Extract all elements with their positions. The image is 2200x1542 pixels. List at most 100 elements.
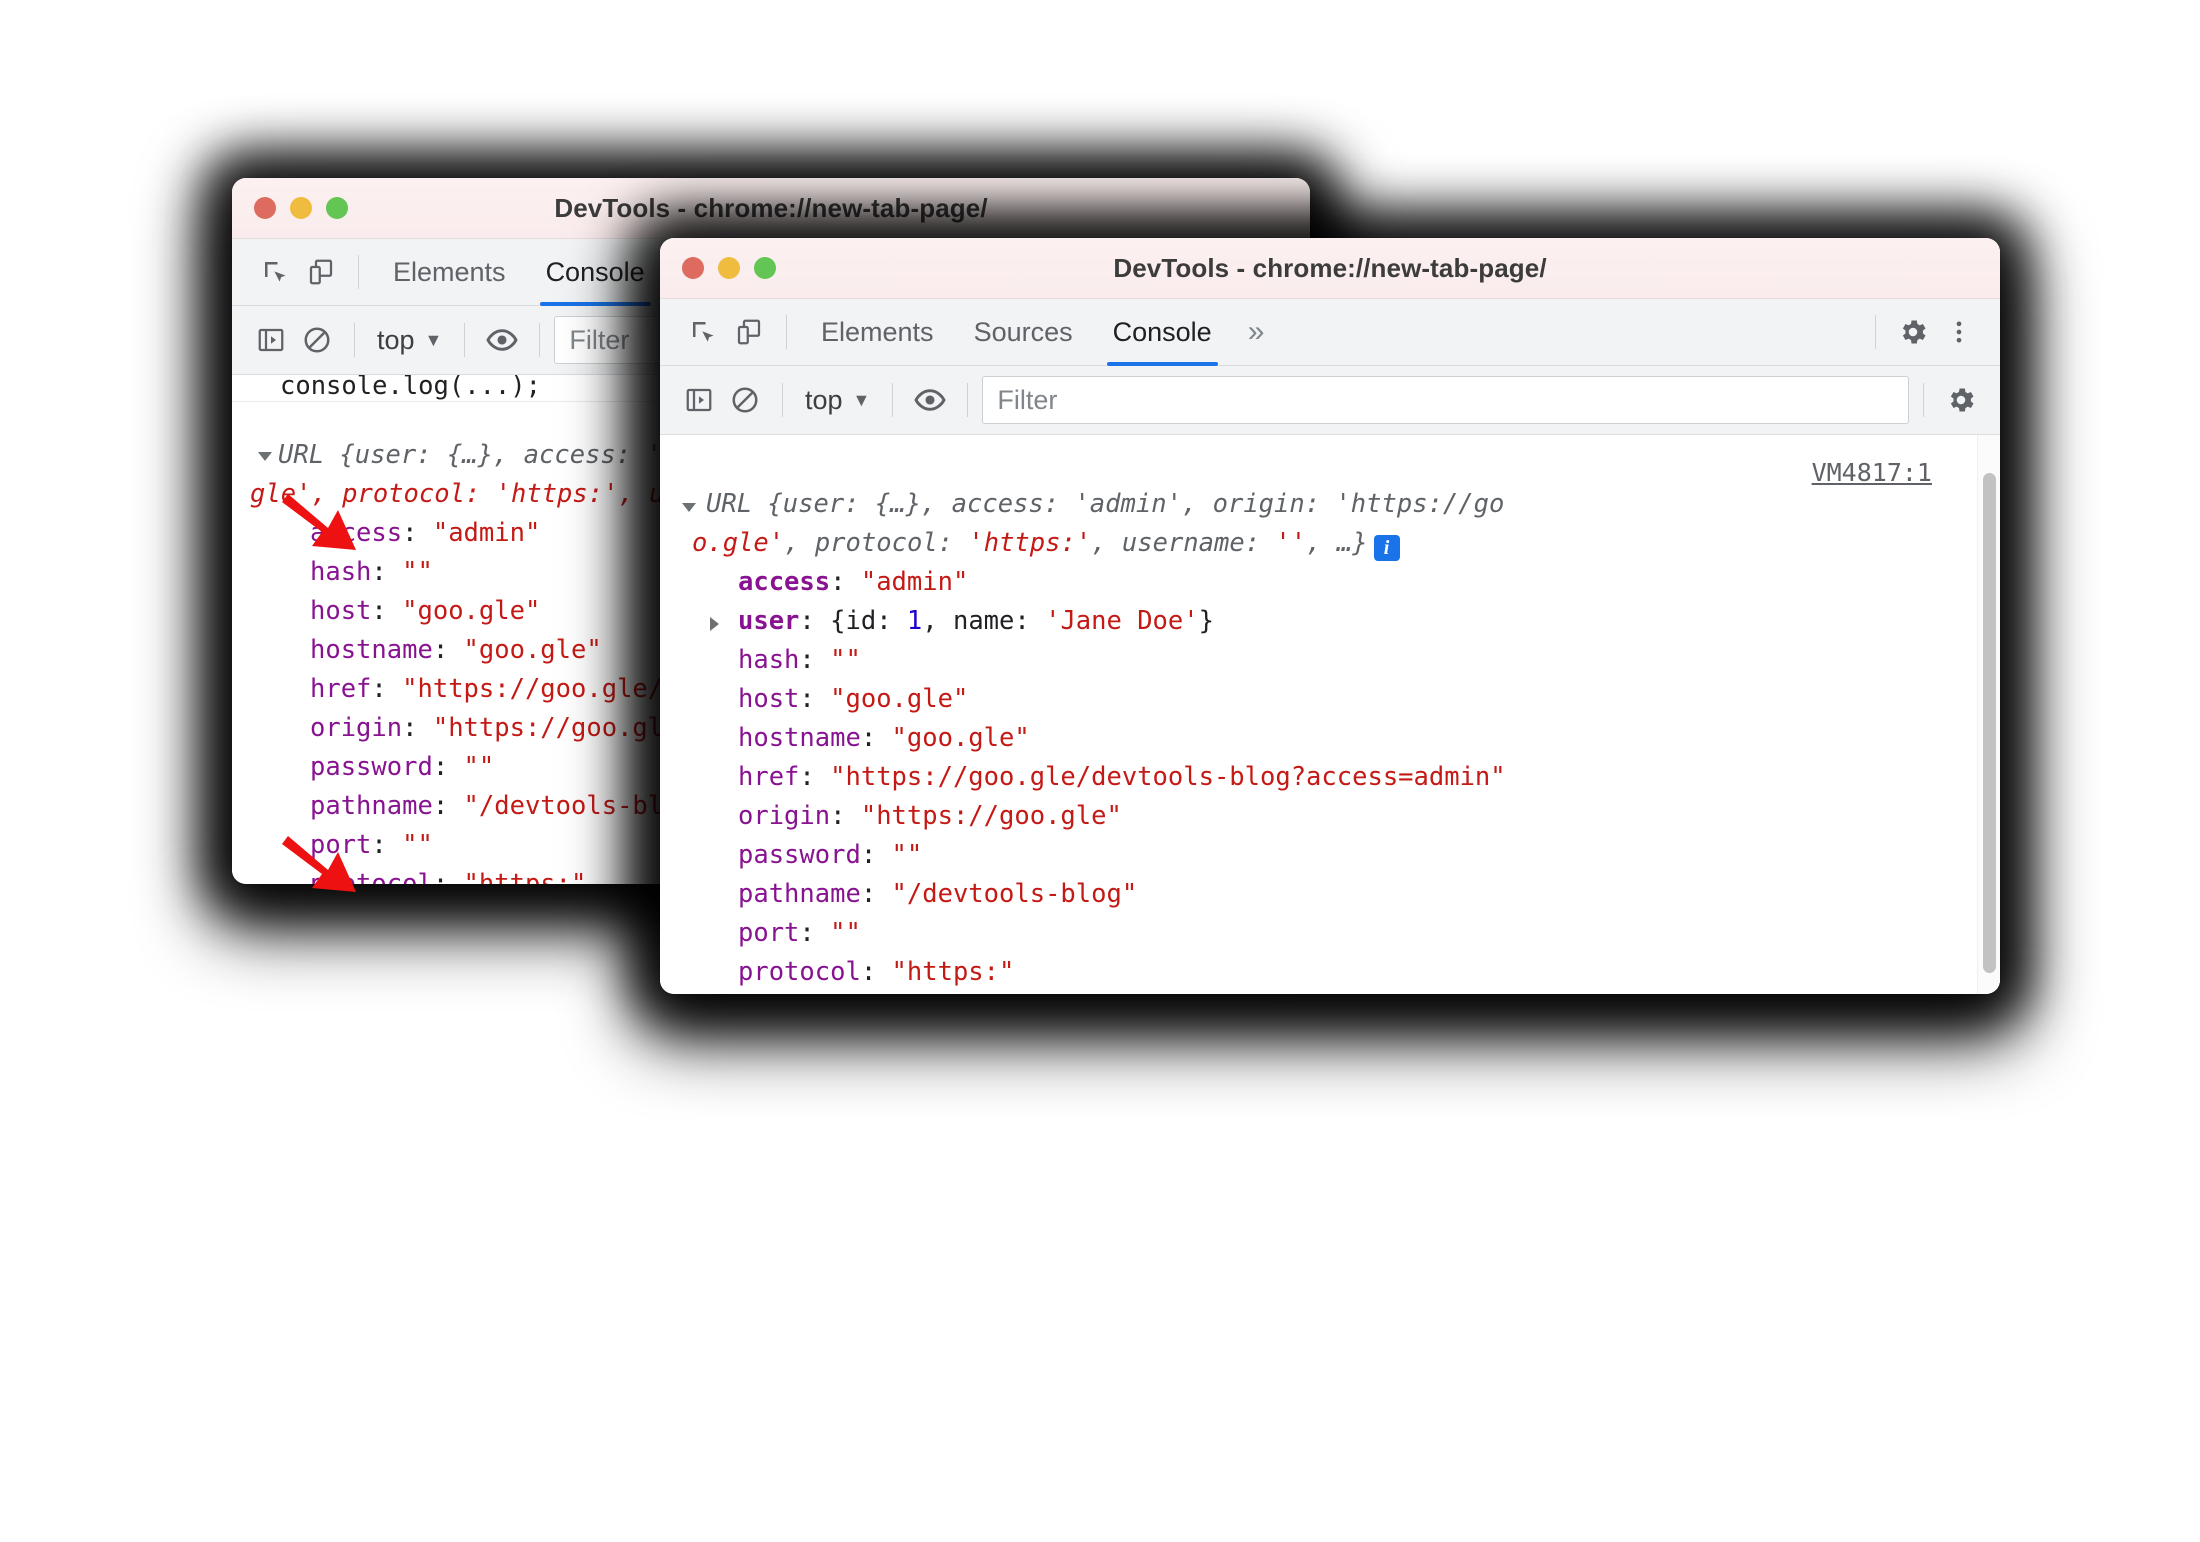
- inspect-element-icon[interactable]: [252, 249, 298, 295]
- toolbar-divider: [358, 255, 359, 289]
- property-value: {id: 1, name: 'Jane Doe'}: [830, 606, 1214, 636]
- property-key: href: [310, 674, 372, 704]
- maximize-button-icon[interactable]: [754, 257, 776, 279]
- devtools-main-toolbar-after[interactable]: Elements Sources Console »: [660, 299, 2000, 366]
- execution-context-label: top: [377, 324, 415, 355]
- property-separator: :: [860, 879, 892, 909]
- property-value: "/devtools-blog": [891, 879, 1138, 909]
- property-key: hostname: [738, 723, 861, 753]
- maximize-button-icon[interactable]: [326, 197, 348, 219]
- object-property-row[interactable]: user: {id: 1, name: 'Jane Doe'}: [660, 602, 2000, 641]
- summary-ellipsis: , …}: [1306, 528, 1368, 558]
- object-summary-line-1-text: URL {user: {…}, access: 'admin', origin:…: [706, 489, 1505, 519]
- scrollbar-thumb[interactable]: [1983, 473, 1996, 973]
- property-separator: :: [830, 801, 861, 831]
- property-value: "goo.gle": [463, 635, 602, 665]
- object-properties-after[interactable]: access: "admin" user: {id: 1, name: 'Jane…: [660, 563, 2000, 994]
- gear-icon[interactable]: [1890, 309, 1936, 355]
- tab-console[interactable]: Console: [1093, 299, 1232, 366]
- window-controls-after[interactable]: [682, 257, 776, 279]
- object-property-row[interactable]: protocol: "https:": [660, 953, 2000, 992]
- property-value: "admin": [432, 518, 541, 548]
- property-key: host: [310, 596, 372, 626]
- console-sidebar-icon[interactable]: [248, 317, 294, 363]
- expand-triangle-icon[interactable]: [710, 617, 719, 631]
- object-property-row[interactable]: origin: "https://goo.gle": [660, 797, 2000, 836]
- object-property-row[interactable]: port: "": [660, 914, 2000, 953]
- device-toolbar-icon[interactable]: [298, 249, 344, 295]
- window-controls-before[interactable]: [254, 197, 348, 219]
- red-arrow-access-annotation: [282, 494, 356, 550]
- property-separator: :: [799, 606, 831, 636]
- close-button-icon[interactable]: [682, 257, 704, 279]
- tab-elements[interactable]: Elements: [801, 299, 954, 365]
- property-value: "": [402, 830, 433, 860]
- property-key: protocol: [738, 957, 861, 987]
- execution-context-selector[interactable]: top ▼: [369, 325, 450, 356]
- object-summary-after[interactable]: URL {user: {…}, access: 'admin', origin:…: [660, 449, 2000, 563]
- property-separator: :: [402, 518, 433, 548]
- object-property-row[interactable]: search: "?access=admin": [660, 992, 2000, 994]
- tab-label: Console: [545, 256, 645, 287]
- console-settings-gear-icon[interactable]: [1938, 377, 1984, 423]
- console-toolbar-divider-3: [967, 383, 969, 417]
- devtools-window-after[interactable]: DevTools - chrome://new-tab-page/ Elemen…: [660, 238, 2000, 994]
- property-separator: :: [799, 762, 831, 792]
- property-key: hostname: [310, 635, 433, 665]
- inspect-element-icon[interactable]: [680, 309, 726, 355]
- minimize-button-icon[interactable]: [290, 197, 312, 219]
- property-value: "": [891, 840, 923, 870]
- close-button-icon[interactable]: [254, 197, 276, 219]
- info-badge-icon[interactable]: i: [1373, 535, 1400, 561]
- console-toolbar-after[interactable]: top ▼ Filter: [660, 366, 2000, 435]
- object-property-row[interactable]: hash: "": [660, 641, 2000, 680]
- console-toolbar-divider-2: [892, 383, 894, 417]
- object-property-row[interactable]: hostname: "goo.gle": [660, 719, 2000, 758]
- object-property-row[interactable]: access: "admin": [660, 563, 2000, 602]
- property-separator: :: [402, 713, 433, 743]
- object-summary-line-1: URL {user: {…}, access: 'admin', origin:…: [706, 485, 2000, 524]
- clear-console-icon[interactable]: [722, 377, 768, 423]
- toolbar-divider-right: [1875, 315, 1876, 349]
- clipped-command-text: console.log(...);: [280, 375, 541, 401]
- live-expression-eye-icon[interactable]: [907, 377, 953, 423]
- more-tabs-icon[interactable]: »: [1232, 315, 1281, 349]
- object-property-row[interactable]: href: "https://goo.gle/devtools-blog?acc…: [660, 758, 2000, 797]
- property-key: origin: [310, 713, 403, 743]
- titlebar-before[interactable]: DevTools - chrome://new-tab-page/: [232, 178, 1310, 239]
- tab-sources[interactable]: Sources: [954, 299, 1093, 365]
- property-value: "": [830, 645, 861, 675]
- console-log-message-after[interactable]: VM4817:1 URL {user: {…}, access: 'admin'…: [660, 449, 2000, 994]
- property-value: "": [830, 918, 861, 948]
- property-separator: :: [799, 918, 831, 948]
- console-toolbar-divider: [354, 323, 355, 357]
- property-separator: :: [432, 635, 464, 665]
- panel-tabs-after[interactable]: Elements Sources Console »: [801, 299, 1281, 366]
- live-expression-eye-icon[interactable]: [479, 317, 525, 363]
- titlebar-after[interactable]: DevTools - chrome://new-tab-page/: [660, 238, 2000, 299]
- object-property-row[interactable]: password: "": [660, 836, 2000, 875]
- object-property-row[interactable]: host: "goo.gle": [660, 680, 2000, 719]
- kebab-menu-icon[interactable]: [1936, 309, 1982, 355]
- clear-console-icon[interactable]: [294, 317, 340, 363]
- minimize-button-icon[interactable]: [718, 257, 740, 279]
- summary-username-value: '': [1275, 528, 1307, 558]
- screenshot-stage: DevTools - chrome://new-tab-page/ Elemen…: [0, 0, 2200, 1542]
- console-scrollbar-after[interactable]: [1977, 435, 2000, 994]
- tab-label: Elements: [821, 316, 934, 347]
- filter-input[interactable]: Filter: [982, 376, 1909, 424]
- device-toolbar-icon[interactable]: [726, 309, 772, 355]
- property-value: "https:": [463, 869, 587, 884]
- property-key: pathname: [310, 791, 433, 821]
- property-separator: :: [830, 567, 861, 597]
- console-output-after[interactable]: VM4817:1 URL {user: {…}, access: 'admin'…: [660, 435, 2000, 994]
- property-separator: :: [799, 684, 831, 714]
- expand-triangle-icon[interactable]: [258, 452, 272, 461]
- expand-triangle-icon[interactable]: [682, 503, 696, 512]
- tab-console[interactable]: Console: [526, 239, 665, 306]
- console-toolbar-divider-4: [1923, 383, 1924, 417]
- console-sidebar-icon[interactable]: [676, 377, 722, 423]
- execution-context-selector[interactable]: top ▼: [797, 385, 878, 416]
- object-property-row[interactable]: pathname: "/devtools-blog": [660, 875, 2000, 914]
- tab-elements[interactable]: Elements: [373, 239, 526, 305]
